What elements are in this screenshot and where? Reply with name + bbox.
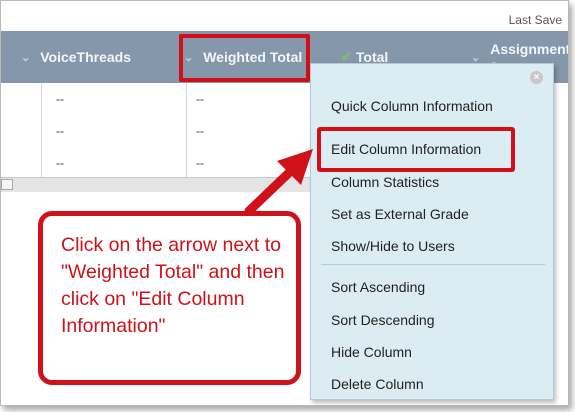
gradebook-screenshot: Last Save ⌄ VoiceThreads ⌄ Weighted Tota… xyxy=(0,0,569,406)
callout-text: Click on the arrow next to "Weighted Tot… xyxy=(61,234,285,337)
instruction-callout: Click on the arrow next to "Weighted Tot… xyxy=(38,211,301,385)
